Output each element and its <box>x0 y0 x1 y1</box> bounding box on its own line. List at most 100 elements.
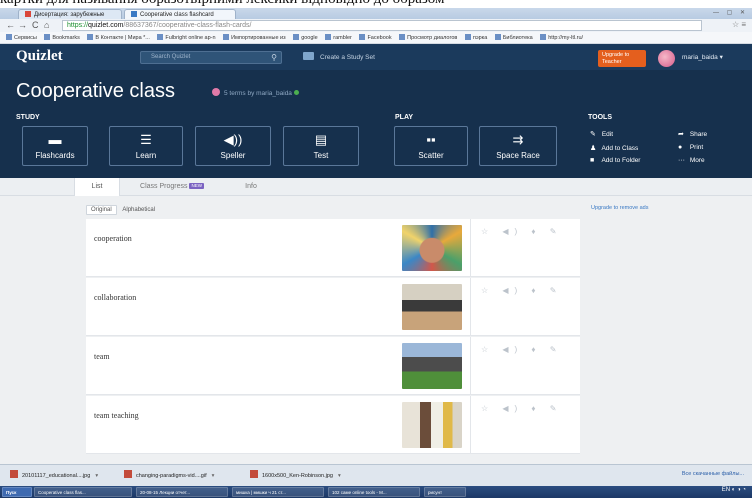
term-word: collaboration <box>94 293 137 302</box>
learn-button[interactable]: ☰ Learn <box>109 126 183 166</box>
taskbar-item[interactable]: мишка | мишки ч 21 ст... <box>232 487 324 497</box>
edit-tool[interactable]: ✎ Edit <box>590 130 613 138</box>
search-input[interactable]: Search Quizlet ⚲ <box>140 51 282 64</box>
image-file-icon <box>250 470 258 478</box>
create-set-label: Create a Study Set <box>320 54 375 61</box>
bookmark-item[interactable]: rambler <box>325 32 352 43</box>
download-item[interactable]: 20101117_educational....jpg ▾ <box>10 470 98 482</box>
taskbar-item[interactable]: рисунт <box>424 487 466 497</box>
bookmark-item[interactable]: Просмотр диалогов <box>399 32 457 43</box>
url-scheme: https:// <box>67 22 89 29</box>
tab-info[interactable]: Info <box>228 178 274 196</box>
url-field[interactable]: https://quizlet.com/88637367/cooperative… <box>62 20 702 31</box>
new-badge: NEW <box>189 183 204 189</box>
term-word: team teaching <box>94 411 139 420</box>
table-row: collaboration ☆ ◀) ♦ ✎ <box>86 278 580 336</box>
reload-icon[interactable]: C <box>32 20 39 31</box>
term-actions[interactable]: ☆ ◀) ♦ ✎ <box>470 278 580 336</box>
caption-text: картки для називання образотвірними лекс… <box>0 0 444 8</box>
share-icon: ➦ <box>678 131 684 138</box>
os-taskbar: Пуск Cooperative class flas... 20-08-15 … <box>0 486 752 498</box>
star-bookmark-icon[interactable]: ☆ ≡ <box>732 20 746 29</box>
bookmark-item[interactable]: Импортированные из <box>223 32 286 43</box>
more-tool[interactable]: ··· More <box>678 157 705 164</box>
bookmark-item[interactable]: Bookmarks <box>44 32 80 43</box>
remove-ads-link[interactable]: Upgrade to remove ads <box>591 205 648 211</box>
taskbar-item[interactable]: Cooperative class flas... <box>34 487 132 497</box>
back-icon[interactable]: ← <box>6 20 15 31</box>
team-on-grass-photo <box>402 343 462 389</box>
avatar[interactable] <box>658 50 675 67</box>
browser-tab-bar: Дисертация: зарубежные Cooperative class… <box>0 8 752 19</box>
speller-button[interactable]: ◀)) Speller <box>195 126 271 166</box>
create-set-button[interactable]: Create a Study Set <box>303 51 375 64</box>
home-icon[interactable]: ⌂ <box>44 20 49 31</box>
download-item[interactable]: 1600x500_Ken-Robinson.jpg ▾ <box>250 470 341 482</box>
downloads-bar: 20101117_educational....jpg ▾ changing-pa… <box>0 464 752 486</box>
sort-original[interactable]: Original <box>86 205 117 215</box>
add-to-folder-tool[interactable]: ■ Add to Folder <box>590 157 640 164</box>
term-word: team <box>94 352 110 361</box>
bookmark-item[interactable]: Fulbright online ap-n <box>157 32 216 43</box>
tab-list[interactable]: List <box>74 178 120 196</box>
bookmark-item[interactable]: Facebook <box>359 32 392 43</box>
flashcards-button[interactable]: ▬ Flashcards <box>22 126 88 166</box>
bookmarks-bar: Сервисы Bookmarks В Контакте | Мира *...… <box>0 32 752 44</box>
favicon-icon <box>25 11 31 17</box>
search-icon[interactable]: ⚲ <box>271 52 277 63</box>
scatter-button[interactable]: ▪▪ Scatter <box>394 126 468 166</box>
bookmark-item[interactable]: google <box>293 32 318 43</box>
bookmark-item[interactable]: Библиотека <box>494 32 533 43</box>
test-icon: ▤ <box>314 132 328 147</box>
print-icon: ● <box>678 144 683 151</box>
term-actions[interactable]: ☆ ◀) ♦ ✎ <box>470 219 580 277</box>
create-set-icon <box>303 52 314 60</box>
system-tray[interactable]: EN ◐ ◑ ◔ <box>722 487 746 493</box>
user-menu[interactable]: maria_baida ▾ <box>682 53 723 61</box>
tab-class-progress[interactable]: Class Progress NEW <box>120 178 224 196</box>
share-tool[interactable]: ➦ Share <box>678 130 707 138</box>
taskbar-item[interactable]: 20-08-15 Лекции отчет... <box>136 487 228 497</box>
browser-tab-2[interactable]: Cooperative class flashcard <box>124 9 236 19</box>
add-to-class-tool[interactable]: ♟ Add to Class <box>590 144 638 152</box>
taskbar-item[interactable]: 102 саме online tools - M... <box>328 487 420 497</box>
space-race-button[interactable]: ⇉ Space Race <box>479 126 557 166</box>
quizlet-header: Quizlet Search Quizlet ⚲ Create a Study S… <box>0 44 752 70</box>
test-button[interactable]: ▤ Test <box>283 126 359 166</box>
sort-alphabetical[interactable]: Alphabetical <box>118 206 159 214</box>
bookmark-item[interactable]: Сервисы <box>6 32 37 43</box>
image-file-icon <box>124 470 132 478</box>
bookmark-item[interactable]: В Контакте | Мира *... <box>87 32 150 43</box>
bookmark-item[interactable]: http://my-ltl.ru/ <box>540 32 583 43</box>
terms-panel: Original Alphabetical Upgrade to remove … <box>0 196 752 464</box>
url-path: /88637367/cooperative-class-flash-cards/ <box>123 22 252 29</box>
set-header: Cooperative class 5 terms by maria_baida… <box>0 70 752 178</box>
user-avatar-icon <box>212 88 220 96</box>
print-tool[interactable]: ● Print <box>678 144 703 151</box>
forward-icon[interactable]: → <box>18 20 27 31</box>
quizlet-logo[interactable]: Quizlet <box>16 48 63 65</box>
term-word: cooperation <box>94 234 132 243</box>
scatter-icon: ▪▪ <box>426 132 436 147</box>
folder-icon: ■ <box>590 157 595 164</box>
download-item[interactable]: changing-paradigms-vid....gif ▾ <box>124 470 214 482</box>
class-icon: ♟ <box>590 145 597 152</box>
view-tabs: List Class Progress NEW Info <box>0 178 752 196</box>
search-placeholder: Search Quizlet <box>151 54 191 60</box>
table-row: team teaching ☆ ◀) ♦ ✎ <box>86 396 580 454</box>
start-button[interactable]: Пуск <box>2 487 32 497</box>
window-controls[interactable]: — ▢ ✕ <box>713 9 748 16</box>
tab-label: Дисертация: зарубежные <box>34 12 105 18</box>
term-actions[interactable]: ☆ ◀) ♦ ✎ <box>470 337 580 395</box>
set-meta: 5 terms by maria_baida <box>212 88 299 97</box>
upgrade-teacher-button[interactable]: Upgrade to Teacher <box>598 50 646 67</box>
browser-tab-1[interactable]: Дисертация: зарубежные <box>18 9 122 19</box>
tools-label: TOOLS <box>588 114 612 121</box>
term-actions[interactable]: ☆ ◀) ♦ ✎ <box>470 396 580 454</box>
bookmark-item[interactable]: пэрка <box>464 32 487 43</box>
pencil-icon: ✎ <box>590 131 596 138</box>
all-downloads-link[interactable]: Все скачанные файлы... <box>682 471 744 477</box>
play-label: PLAY <box>395 114 414 121</box>
set-title: Cooperative class <box>16 80 175 102</box>
url-host: quizlet.com <box>88 22 124 29</box>
